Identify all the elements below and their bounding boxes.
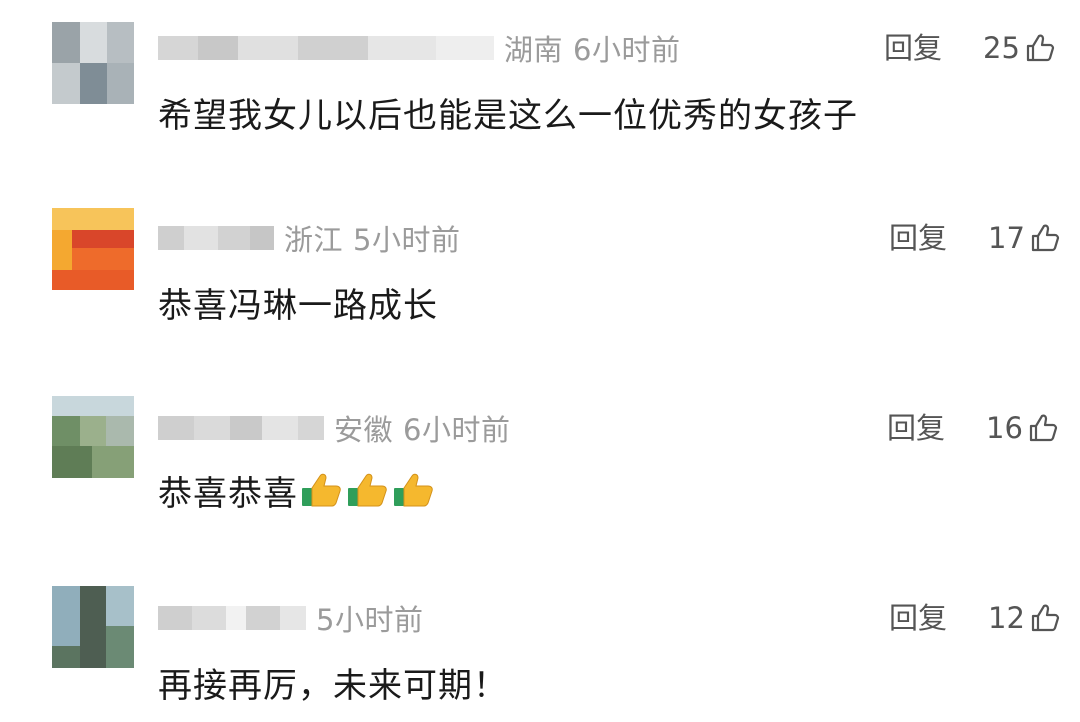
- like-button[interactable]: 16: [986, 406, 1059, 450]
- comment-location: 安徽: [334, 413, 394, 447]
- like-button[interactable]: 17: [988, 216, 1061, 260]
- like-count: 12: [988, 601, 1025, 635]
- username-blurred[interactable]: [158, 34, 494, 62]
- avatar[interactable]: [52, 586, 134, 668]
- like-button[interactable]: 12: [988, 596, 1061, 640]
- comment-text: 恭喜冯琳一路成长: [158, 280, 438, 326]
- avatar[interactable]: [52, 22, 134, 104]
- comment-time: 6小时前: [573, 33, 681, 67]
- thumbs-up-emoji: [348, 473, 387, 507]
- comment-text-body: 希望我女儿以后也能是这么一位优秀的女孩子: [158, 95, 858, 136]
- thumb-up-outline-icon: [1031, 224, 1060, 252]
- comment-text: 希望我女儿以后也能是这么一位优秀的女孩子: [158, 90, 858, 136]
- reply-button[interactable]: 回复: [887, 406, 945, 450]
- comment-text-body: 恭喜恭喜: [158, 473, 298, 514]
- comment-meta: 浙江 5小时前: [158, 216, 460, 260]
- comment-time: 6小时前: [403, 413, 511, 447]
- comment-location: 湖南: [504, 33, 564, 67]
- reply-button[interactable]: 回复: [889, 596, 947, 640]
- comment-meta: 5小时前: [158, 596, 423, 640]
- comment-time: 5小时前: [353, 223, 461, 257]
- like-count: 25: [983, 31, 1020, 65]
- reply-button[interactable]: 回复: [889, 216, 947, 260]
- thumb-up-outline-icon: [1031, 604, 1060, 632]
- comment-location: 浙江: [284, 223, 344, 257]
- comment-text-body: 再接再厉，未来可期！: [158, 665, 508, 706]
- like-button[interactable]: 25: [983, 26, 1056, 70]
- comment-text: 恭喜恭喜: [158, 468, 436, 514]
- avatar[interactable]: [52, 396, 134, 478]
- comment-text-body: 恭喜冯琳一路成长: [158, 285, 438, 326]
- avatar[interactable]: [52, 208, 134, 290]
- comment-meta: 安徽 6小时前: [158, 406, 510, 450]
- thumb-up-outline-icon: [1026, 34, 1055, 62]
- comment-text: 再接再厉，未来可期！: [158, 660, 508, 706]
- thumbs-up-emoji: [302, 473, 341, 507]
- comment-meta: 湖南 6小时前: [158, 26, 680, 70]
- username-blurred[interactable]: [158, 414, 324, 442]
- username-blurred[interactable]: [158, 224, 274, 252]
- thumbs-up-emoji: [394, 473, 433, 507]
- username-blurred[interactable]: [158, 604, 306, 632]
- like-count: 17: [988, 221, 1025, 255]
- like-count: 16: [986, 411, 1023, 445]
- reply-button[interactable]: 回复: [884, 26, 942, 70]
- thumb-up-outline-icon: [1029, 414, 1058, 442]
- comment-time: 5小时前: [316, 603, 424, 637]
